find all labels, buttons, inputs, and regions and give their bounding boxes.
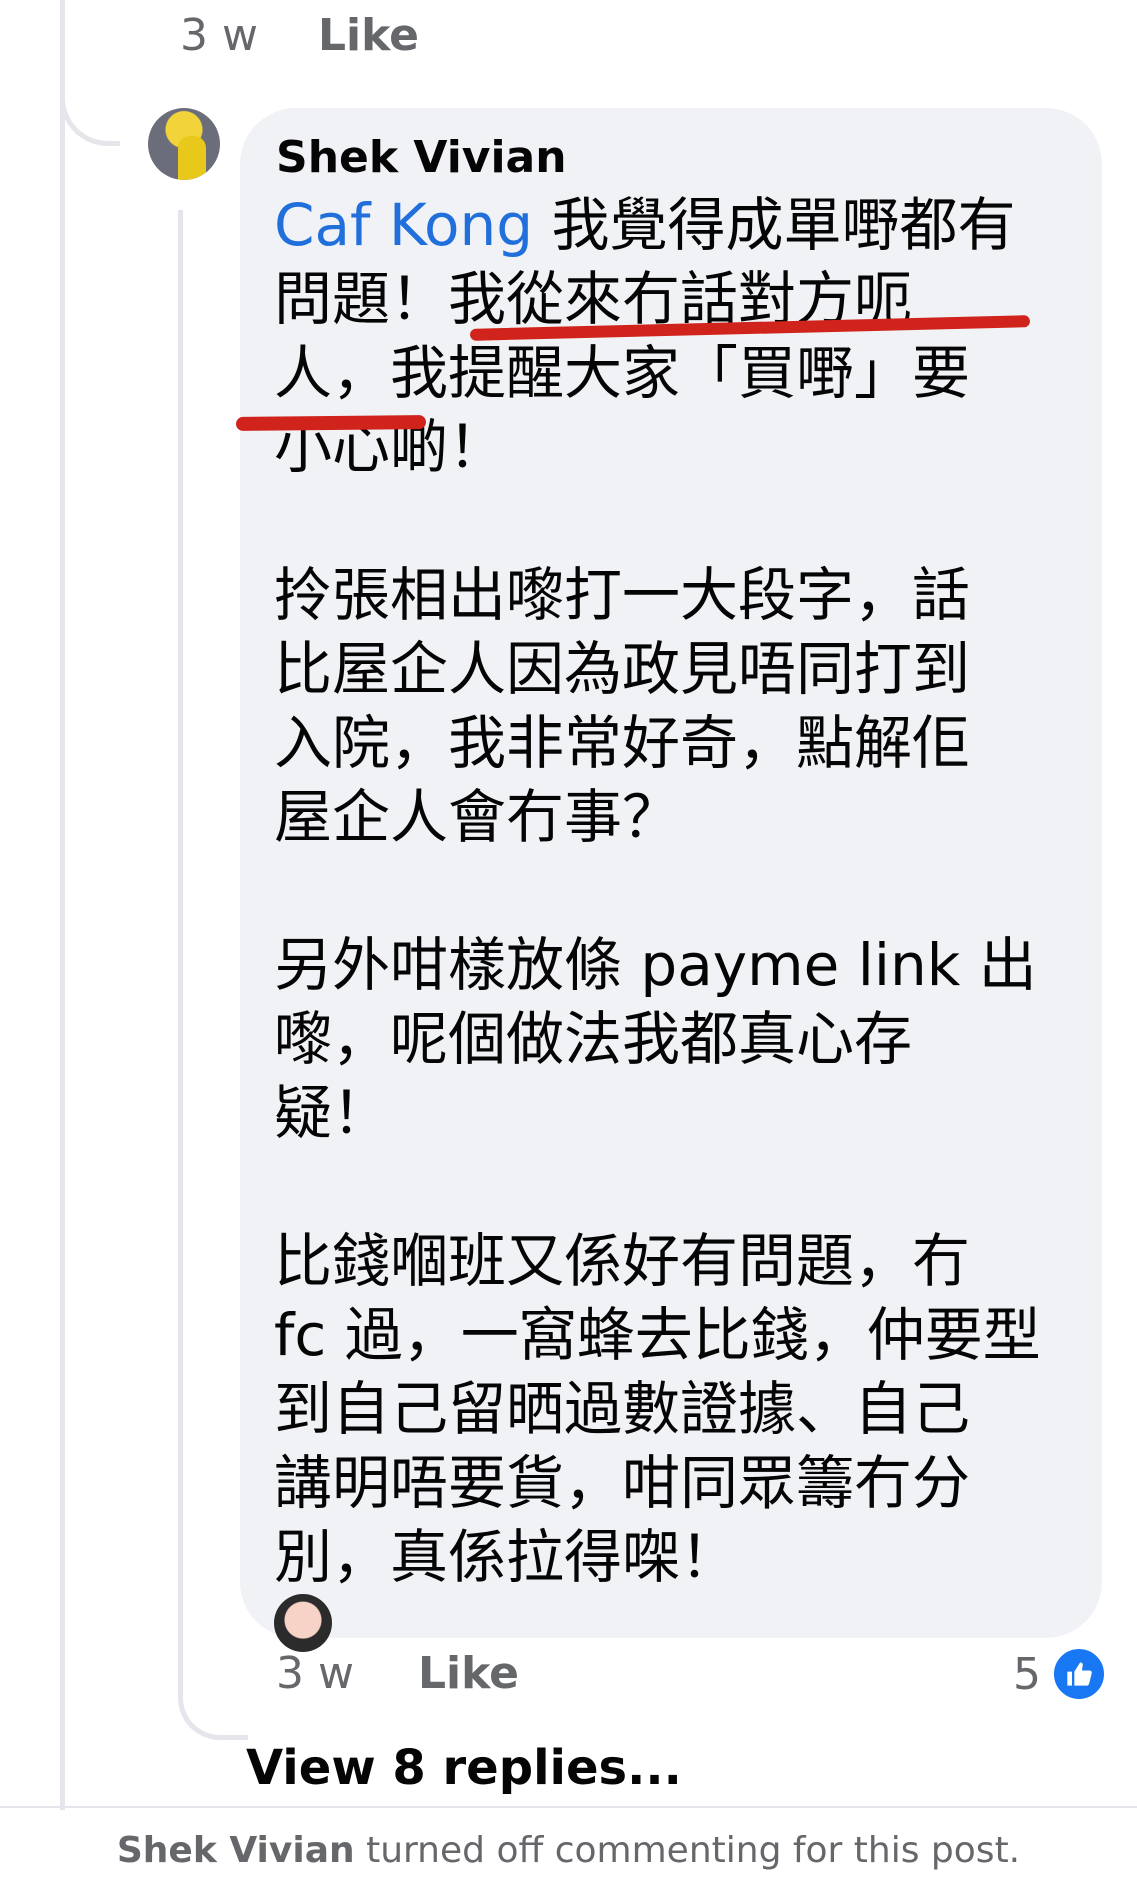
footer-text: turned off commenting for this post. xyxy=(366,1830,1021,1871)
text-line: 比屋企人因為政見唔同打到 xyxy=(274,635,971,703)
text-line: 到自己留晒過數證據、自己 xyxy=(274,1375,971,1443)
text-line: 入院，我非常好奇，點解佢 xyxy=(274,709,971,777)
avatar-figure xyxy=(178,136,206,180)
comment-author[interactable]: Shek Vivian xyxy=(276,132,567,183)
comment-text: Caf Kong 我覺得成單嘢都有 問題！我從來冇話對方呃 人，我提醒大家「買嘢… xyxy=(274,188,1094,1652)
previous-comment-meta: 3 w Like xyxy=(180,10,419,61)
view-replies-link[interactable]: View 8 replies... xyxy=(246,1740,682,1796)
comment-time[interactable]: 3 w xyxy=(276,1648,354,1699)
paragraph-3: 另外咁樣放條 payme link 出 嚟，呢個做法我都真心存 疑！ xyxy=(274,928,1094,1150)
footer-author-name[interactable]: Shek Vivian xyxy=(117,1830,355,1871)
text-line: 別，真係拉得㗎！ xyxy=(274,1520,1094,1652)
text-line: 講明唔要貨，咁同眾籌冇分 xyxy=(274,1449,971,1517)
text-line: Caf Kong 我覺得成單嘢都有 xyxy=(274,191,1016,259)
facepalm-emoji-icon xyxy=(274,1594,332,1652)
thread-connector xyxy=(60,0,120,146)
text-line: 拎張相出嚟打一大段字，話 xyxy=(274,561,971,629)
text-line: 疑！ xyxy=(274,1079,391,1147)
divider xyxy=(0,1806,1137,1808)
paragraph-1: Caf Kong 我覺得成單嘢都有 問題！我從來冇話對方呃 人，我提醒大家「買嘢… xyxy=(274,188,1094,484)
text-line: 人，我提醒大家「買嘢」要 xyxy=(274,339,971,407)
comments-disabled-notice: Shek Vivian turned off commenting for th… xyxy=(0,1830,1137,1871)
text-line: 屋企人會冇事？ xyxy=(274,783,681,851)
thumbs-up-icon xyxy=(1051,1646,1107,1702)
text-line: 另外咁樣放條 payme link 出 xyxy=(274,931,1037,999)
reaction-summary[interactable]: 5 xyxy=(1013,1646,1107,1702)
avatar[interactable] xyxy=(148,108,220,180)
replies-connector xyxy=(178,210,248,1740)
text-line: 嚟，呢個做法我都真心存 xyxy=(274,1005,913,1073)
thread-line xyxy=(60,0,65,1810)
reaction-count: 5 xyxy=(1013,1648,1041,1700)
text-line: 比錢嗰班又係好有問題，冇 xyxy=(274,1227,971,1295)
previous-comment-time: 3 w xyxy=(180,10,258,61)
text-line: fc 過，一窩蜂去比錢，仲要型 xyxy=(274,1301,1041,1369)
comment-bubble: Shek Vivian Caf Kong 我覺得成單嘢都有 問題！我從來冇話對方… xyxy=(240,108,1102,1652)
like-button[interactable]: Like xyxy=(418,1648,519,1699)
previous-comment-like-button[interactable]: Like xyxy=(318,10,419,61)
paragraph-2: 拎張相出嚟打一大段字，話 比屋企人因為政見唔同打到 入院，我非常好奇，點解佢 屋… xyxy=(274,558,1094,854)
red-underline-annotation xyxy=(235,415,427,431)
comment-meta: 3 w Like xyxy=(276,1648,519,1699)
paragraph-4: 比錢嗰班又係好有問題，冇 fc 過，一窩蜂去比錢，仲要型 到自己留晒過數證據、自… xyxy=(274,1224,1094,1652)
mention-link[interactable]: Caf Kong xyxy=(274,191,533,259)
